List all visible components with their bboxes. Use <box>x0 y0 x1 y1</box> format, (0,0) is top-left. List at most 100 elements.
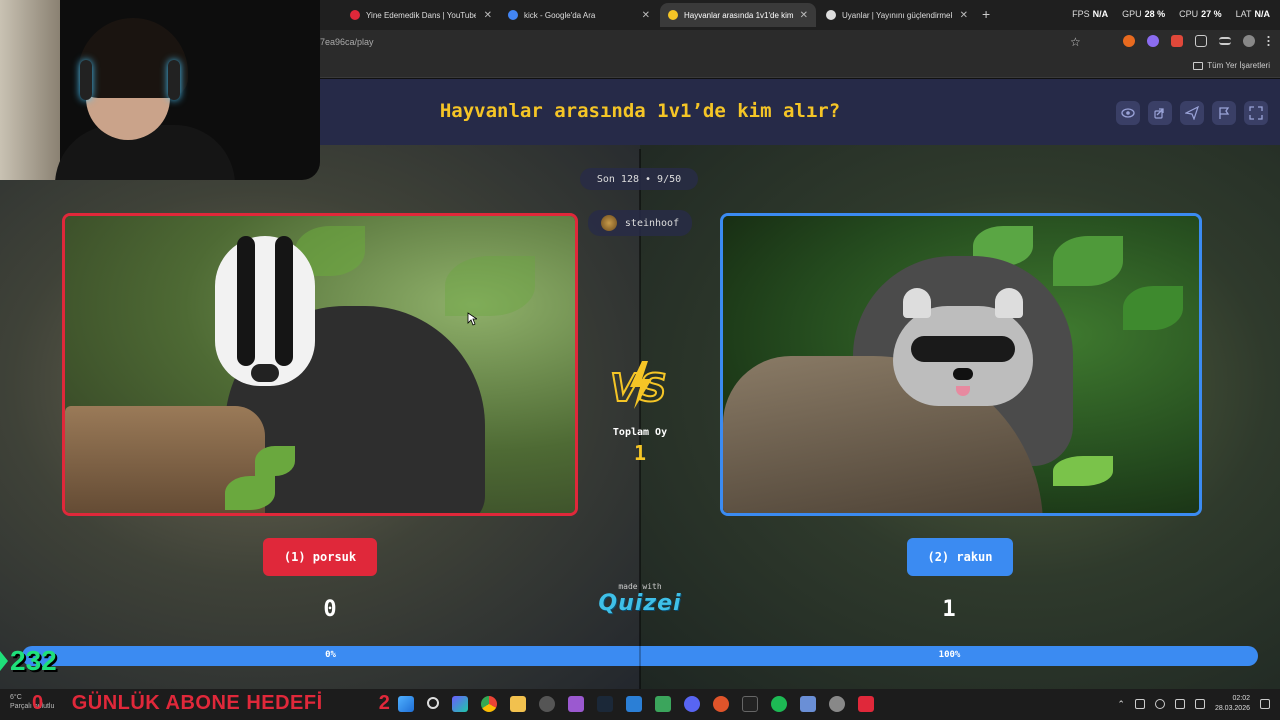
close-icon[interactable]: ✕ <box>960 10 968 21</box>
chevron-up-icon[interactable]: ⌃ <box>1117 699 1125 710</box>
settings-icon[interactable] <box>829 696 845 712</box>
quiz-favicon <box>668 10 678 20</box>
lat-label: LAT <box>1235 9 1252 19</box>
puzzle-icon[interactable] <box>1195 35 1207 47</box>
app-icon[interactable] <box>626 696 642 712</box>
app-icon[interactable] <box>858 696 874 712</box>
leaf <box>1053 236 1123 286</box>
tab-google[interactable]: kick - Google'da Ara ✕ <box>500 3 658 27</box>
google-icon <box>508 10 518 20</box>
fps-stat: FPS N/A <box>1072 9 1108 19</box>
close-icon[interactable]: ✕ <box>484 10 492 21</box>
app-icon[interactable] <box>800 696 816 712</box>
discord-icon[interactable] <box>684 696 700 712</box>
username: steinhoof <box>624 217 680 229</box>
url-field[interactable]: 7ea96ca/play <box>320 37 374 47</box>
lat-value: N/A <box>1254 9 1271 19</box>
gpu-label: GPU <box>1122 9 1142 19</box>
steam-client-icon[interactable] <box>597 696 613 712</box>
vote-rakun-button[interactable]: (2) rakun <box>907 538 1013 576</box>
copilot-icon[interactable] <box>452 696 468 712</box>
badger-image <box>65 216 575 513</box>
spotify-icon[interactable] <box>771 696 787 712</box>
extension-icons <box>1123 35 1270 47</box>
headphone-right <box>168 60 180 100</box>
user-chip: steinhoof <box>588 210 692 236</box>
webcam-background <box>0 0 60 180</box>
steam-icon[interactable] <box>539 696 555 712</box>
close-icon[interactable]: ✕ <box>642 10 650 21</box>
volume-icon[interactable] <box>1194 699 1205 709</box>
leaf <box>445 256 535 316</box>
cpu-stat: CPU 27 % <box>1179 9 1222 19</box>
shield-icon <box>826 10 836 20</box>
raccoon-ear <box>995 288 1023 318</box>
windows-taskbar: 6°C Parçalı bulutlu 0 GÜNLÜK ABONE HEDEF… <box>0 689 1280 720</box>
leaf <box>1123 286 1183 330</box>
clock-date: 28.03.2026 <box>1214 705 1250 712</box>
option-card-right[interactable] <box>720 213 1202 516</box>
raccoon-ear <box>903 288 931 318</box>
menu-icon[interactable] <box>1267 35 1270 47</box>
start-icon[interactable] <box>398 696 414 712</box>
tab-label: kick - Google'da Ara <box>524 10 596 20</box>
tab-uyanlar[interactable]: Uyanlar | Yayınını güçlendirmek ✕ <box>818 3 976 27</box>
raccoon-tongue <box>956 386 970 396</box>
search-icon[interactable] <box>427 697 439 709</box>
made-with-label: made with <box>618 582 662 591</box>
counter-value: 232 <box>10 645 57 676</box>
gpu-stat: GPU 28 % <box>1122 9 1165 19</box>
app-icon[interactable] <box>713 696 729 712</box>
leaf <box>225 476 275 510</box>
badger-stripe <box>237 236 255 366</box>
network-icon[interactable] <box>1174 699 1185 709</box>
send-icon[interactable] <box>1180 101 1204 125</box>
tab-quiz[interactable]: Hayvanlar arasında 1v1'de kim ✕ <box>660 3 816 27</box>
mouse-cursor-icon <box>467 312 477 326</box>
folder-icon <box>1193 61 1204 70</box>
left-percent: 0% <box>325 650 336 660</box>
extension-icon[interactable] <box>1147 35 1159 47</box>
close-icon[interactable]: ✕ <box>800 10 808 21</box>
share-icon[interactable] <box>1148 101 1172 125</box>
quizei-logo[interactable]: Quizei <box>590 591 690 616</box>
vote-porsuk-button[interactable]: (1) porsuk <box>263 538 377 576</box>
tab-search-icon[interactable] <box>1219 37 1231 45</box>
gpu-value: 28 % <box>1144 9 1166 19</box>
badger-stripe <box>275 236 293 366</box>
eye-icon[interactable] <box>1116 101 1140 125</box>
notification-icon[interactable] <box>1260 699 1270 709</box>
total-votes-value: 1 <box>633 441 647 465</box>
profile-avatar[interactable] <box>1243 35 1255 47</box>
microphone-icon[interactable] <box>1154 699 1165 709</box>
arrow-icon <box>0 651 8 671</box>
app-icon[interactable] <box>655 696 671 712</box>
new-tab-button[interactable]: + <box>982 6 990 22</box>
cpu-label: CPU <box>1179 9 1199 19</box>
bookmark-star-icon[interactable]: ☆ <box>1070 35 1081 49</box>
badger-nose <box>251 364 279 382</box>
tab-youtube[interactable]: Yine Edemedik Dans | YouTube ✕ <box>342 3 500 27</box>
extension-icon[interactable] <box>1171 35 1183 47</box>
sub-counter: 232 <box>0 645 57 677</box>
raccoon-nose <box>953 368 973 380</box>
raccoon-image <box>723 216 1199 513</box>
right-percent: 100% <box>938 650 961 660</box>
app-icon[interactable] <box>742 696 758 712</box>
goal-label: GÜNLÜK ABONE HEDEFİ <box>71 692 323 714</box>
vs-icon: VS <box>609 361 668 411</box>
leaf <box>1053 456 1113 486</box>
system-tray: ⌃ 02:02 28.03.2026 <box>1117 694 1270 714</box>
flag-icon[interactable] <box>1212 101 1236 125</box>
goal-current: 0 <box>32 692 44 714</box>
option-card-left[interactable] <box>62 213 578 516</box>
extension-icon[interactable] <box>1123 35 1135 47</box>
chrome-icon[interactable] <box>481 696 497 712</box>
clock[interactable]: 02:02 28.03.2026 <box>1215 694 1250 714</box>
fullscreen-icon[interactable] <box>1244 101 1268 125</box>
webcam-overlay <box>0 0 320 180</box>
tray-icon[interactable] <box>1134 699 1145 709</box>
all-bookmarks[interactable]: Tüm Yer İşaretleri <box>1193 61 1270 70</box>
folder-icon[interactable] <box>510 696 526 712</box>
app-icon[interactable] <box>568 696 584 712</box>
